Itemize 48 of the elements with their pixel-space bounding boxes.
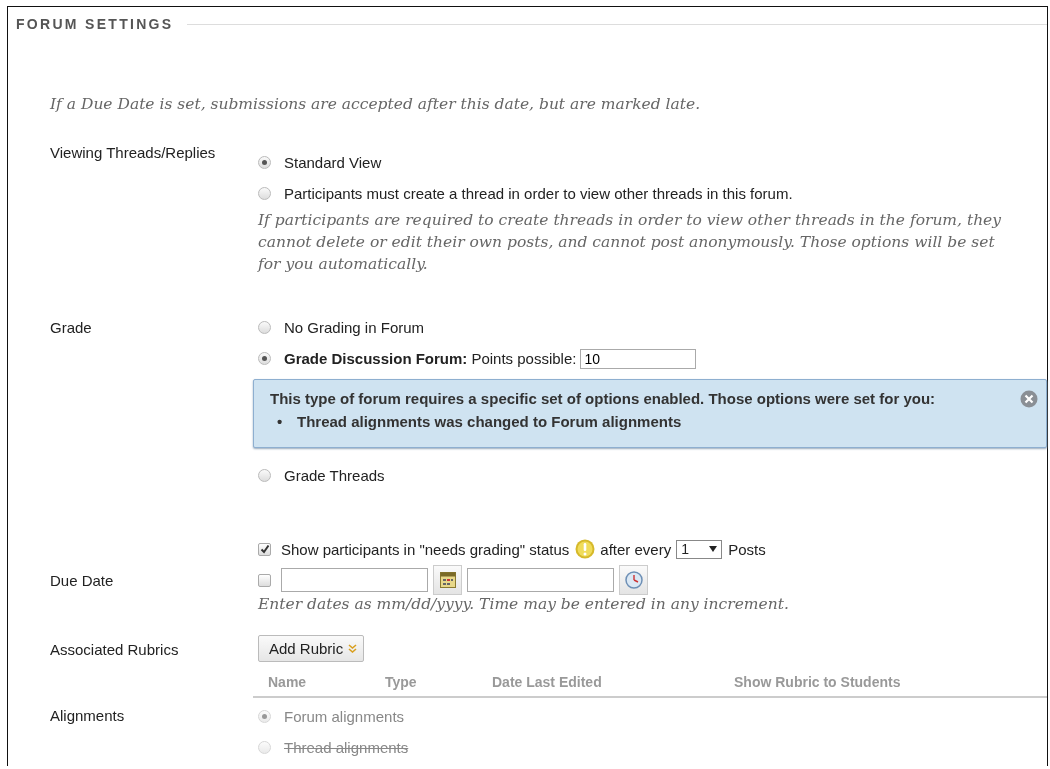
close-icon[interactable] (1020, 390, 1038, 408)
column-header: Show Rubric to Students (734, 674, 901, 690)
points-field[interactable]: 10 (580, 348, 697, 369)
double-chevron-icon (348, 644, 358, 653)
bullet-mark: • (277, 412, 284, 432)
date-field[interactable] (281, 568, 428, 592)
field-label: Due Date (50, 572, 115, 591)
caret-icon (709, 546, 718, 552)
time-field[interactable] (467, 568, 614, 592)
radio-button[interactable] (258, 321, 271, 334)
alert-text: This type of forum requires a specific set of options enabled. Those options were set for you: (270, 390, 937, 407)
option-label: Thread alignments (284, 739, 409, 756)
help-text: If participants are required to create threads in order to view other threads in the forum, they cannot delete or edit their own posts, and cannot post anonymously. Those options will be set for you automatically. (258, 210, 1003, 275)
option-label: Grade Discussion Forum: (284, 350, 468, 367)
checkbox-label: Show participants in "needs grading" status (281, 540, 570, 558)
help-text: Enter dates as mm/dd/yyyy. Time may be entered in any increment. (258, 594, 790, 615)
checkbox[interactable] (258, 573, 271, 587)
field-label: Associated Rubrics (50, 641, 180, 660)
radio-button[interactable] (258, 156, 271, 169)
add-rubric-button[interactable]: Add Rubric (258, 635, 365, 662)
option-label: Forum alignments (284, 708, 405, 725)
field-label: Grade (50, 319, 93, 338)
calendar-icon (439, 572, 456, 588)
option-label: Standard View (284, 154, 382, 171)
checkbox-label: after every (600, 540, 672, 558)
alert-item: Thread alignments was changed to Forum alignments (297, 412, 682, 432)
clock-icon (624, 571, 643, 589)
warning-icon (575, 539, 596, 559)
column-header: Date Last Edited (492, 674, 603, 690)
option-label: No Grading in Forum (284, 319, 425, 336)
option-label: Participants must create a thread in order to view other threads in this forum. (284, 185, 793, 202)
option-label: Grade Threads (284, 467, 385, 484)
column-header: Type (385, 674, 418, 690)
count-dropdown[interactable]: 1 (676, 539, 723, 559)
radio-button[interactable] (258, 469, 271, 482)
field-label: Viewing Threads/Replies (50, 144, 217, 163)
check-icon (259, 544, 270, 554)
column-header: Name (268, 674, 308, 690)
checkbox-label: Posts (728, 540, 766, 558)
points-label: Points possible: (471, 350, 577, 367)
radio-button[interactable] (258, 352, 271, 365)
field-label: Alignments (50, 707, 126, 726)
note-text: If a Due Date is set, submissions are accepted after this date, but are marked late. (50, 95, 702, 113)
section-title: FORUM SETTINGS (16, 16, 174, 32)
radio-button[interactable] (258, 187, 271, 200)
calendar-button[interactable] (433, 565, 462, 595)
clock-button[interactable] (619, 565, 648, 595)
checkbox[interactable] (258, 542, 271, 556)
